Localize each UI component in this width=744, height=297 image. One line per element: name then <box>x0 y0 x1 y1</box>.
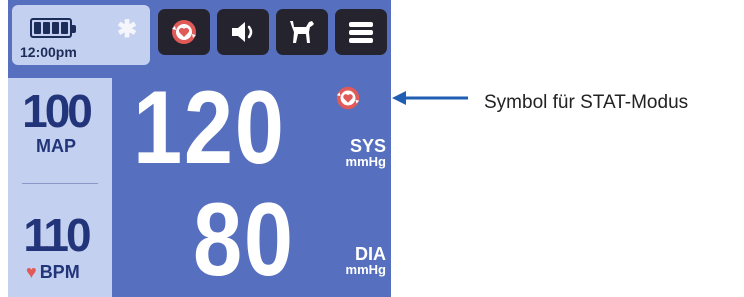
monitor-screen: ✱ 12:00pm 100 MAP 110 ♥ BPM 120 SYS mmHg… <box>8 0 391 297</box>
menu-button[interactable] <box>335 9 387 55</box>
pulse-value: 110 <box>23 209 91 261</box>
menu-icon <box>349 22 373 43</box>
diastolic-unit: mmHg <box>345 262 386 277</box>
clock-time: 12:00pm <box>20 44 77 60</box>
secondary-readings-panel: 100 MAP 110 ♥ BPM <box>8 78 112 297</box>
heart-icon: ♥ <box>26 262 37 282</box>
map-value: 100 <box>22 85 93 137</box>
diastolic-value: 80 <box>193 182 295 297</box>
pulse-label-group: ♥ BPM <box>26 262 80 283</box>
status-panel: ✱ 12:00pm <box>12 5 150 65</box>
battery-full-icon <box>30 18 76 38</box>
dog-button[interactable] <box>276 9 328 55</box>
diastolic-label: DIA <box>355 244 386 264</box>
volume-button[interactable] <box>217 9 269 55</box>
pulse-label: BPM <box>39 262 80 282</box>
systolic-value: 120 <box>133 70 286 186</box>
systolic-units: SYS mmHg <box>326 137 386 169</box>
volume-icon <box>232 22 253 42</box>
callout-arrow-icon <box>392 91 468 105</box>
stat-mode-button[interactable] <box>158 9 210 55</box>
stat-mode-icon <box>172 20 196 44</box>
diastolic-units: DIA mmHg <box>326 245 386 277</box>
systolic-label: SYS <box>349 136 386 156</box>
systolic-unit: mmHg <box>345 154 386 169</box>
dog-icon <box>290 21 314 43</box>
map-label: MAP <box>36 136 76 156</box>
callout-text: Symbol für STAT-Modus <box>484 92 689 113</box>
bluetooth-icon: ✱ <box>117 16 138 43</box>
divider <box>22 183 98 184</box>
stat-mode-indicator-icon <box>336 86 360 110</box>
